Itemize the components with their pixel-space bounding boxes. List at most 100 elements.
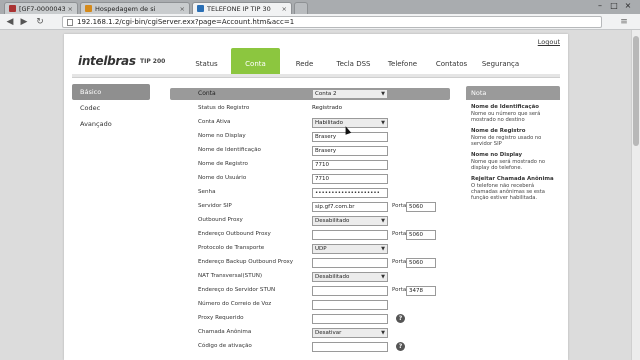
- tab-label: [GF7-0000043807] R: [19, 4, 65, 13]
- note-item-text: Nome que será mostrado no display do tel…: [471, 158, 546, 171]
- backup-proxy-address-input[interactable]: [312, 258, 388, 268]
- tab-label: Hospedagem de si: [95, 4, 156, 13]
- row-nat: NAT Transversal(STUN) Desabilitado ▼: [170, 270, 450, 284]
- back-icon[interactable]: ◀: [4, 16, 16, 28]
- register-name-input[interactable]: 7710: [312, 160, 388, 170]
- field-label: Nome do Usuário: [198, 175, 247, 181]
- select-value: Desabilitado: [315, 218, 350, 224]
- maximize-icon[interactable]: □: [608, 1, 620, 11]
- config-card: Logout intelbras TIP 200 Status Conta Re…: [64, 34, 568, 360]
- tab-close-icon[interactable]: ×: [180, 5, 185, 13]
- field-label: Código de ativação: [198, 343, 252, 349]
- tab-rede[interactable]: Rede: [280, 48, 329, 74]
- field-label: Endereço Backup Outbound Proxy: [198, 259, 294, 265]
- row-protocolo: Protocolo de Transporte UDP ▼: [170, 242, 450, 256]
- row-proxy-requerido: Proxy Requerido ?: [170, 312, 450, 326]
- row-nome-display: Nome no Display Brasery: [170, 130, 450, 144]
- nat-stun-select[interactable]: Desabilitado ▼: [312, 272, 388, 282]
- forward-icon[interactable]: ▶: [18, 16, 30, 28]
- page-scrollbar[interactable]: [631, 30, 640, 360]
- outbound-port-input[interactable]: 5060: [406, 230, 436, 240]
- help-icon[interactable]: ?: [396, 314, 405, 323]
- field-label: Endereço Outbound Proxy: [198, 231, 271, 237]
- account-select[interactable]: Conta 2 ▼: [312, 89, 388, 99]
- note-item: Nome de Registro Nome de registro usado …: [471, 128, 555, 147]
- select-value: UDP: [315, 246, 327, 252]
- tab-close-icon[interactable]: ×: [68, 5, 73, 13]
- reload-icon[interactable]: ↻: [34, 16, 46, 28]
- tab-conta[interactable]: Conta: [231, 48, 280, 74]
- page: Logout intelbras TIP 200 Status Conta Re…: [0, 30, 640, 360]
- stun-port-input[interactable]: 3478: [406, 286, 436, 296]
- anonymous-call-select[interactable]: Desativar ▼: [312, 328, 388, 338]
- browser-toolbar: ◀ ▶ ↻ 192.168.1.2/cgi-bin/cgiServer.exx?…: [0, 14, 640, 30]
- browser-tab-1[interactable]: [GF7-0000043807] R ×: [4, 2, 78, 14]
- tab-tecla-dss[interactable]: Tecla DSS: [329, 48, 378, 74]
- sidebar-item-avancado[interactable]: Avançado: [72, 116, 150, 132]
- scrollbar-thumb[interactable]: [633, 36, 639, 146]
- row-senha: Senha ••••••••••••••••••••: [170, 186, 450, 200]
- note-item: Nome no Display Nome que será mostrado n…: [471, 152, 555, 171]
- chevron-down-icon: ▼: [381, 274, 385, 280]
- row-servidor-sip: Servidor SIP sip.gf7.com.br Porta 5060: [170, 200, 450, 214]
- select-value: Desativar: [315, 330, 342, 336]
- activation-code-input[interactable]: [312, 342, 388, 352]
- port-label: Porta: [392, 287, 407, 293]
- sip-server-input[interactable]: sip.gf7.com.br: [312, 202, 388, 212]
- port-label: Porta: [392, 259, 407, 265]
- note-item: Rejeitar Chamada Anônima O telefone não …: [471, 176, 555, 201]
- tab-telefone[interactable]: Telefone: [378, 48, 427, 74]
- stun-server-input[interactable]: [312, 286, 388, 296]
- sidebar-item-codec[interactable]: Codec: [72, 100, 150, 116]
- port-label: Porta: [392, 231, 407, 237]
- tab-favicon-icon: [85, 5, 92, 12]
- note-title: Nota: [466, 86, 560, 100]
- row-codigo-ativacao: Código de ativação ?: [170, 340, 450, 354]
- help-icon[interactable]: ?: [396, 342, 405, 351]
- sip-port-input[interactable]: 5060: [406, 202, 436, 212]
- account-label: Conta: [198, 90, 216, 97]
- tab-seguranca[interactable]: Segurança: [476, 48, 525, 74]
- browser-tab-2[interactable]: Hospedagem de si ×: [80, 2, 190, 14]
- outbound-proxy-address-input[interactable]: [312, 230, 388, 240]
- select-value: Desabilitado: [315, 274, 350, 280]
- wrench-icon[interactable]: ≡: [618, 17, 630, 27]
- password-input[interactable]: ••••••••••••••••••••: [312, 188, 388, 198]
- browser-tab-3[interactable]: TELEFONE IP TIP 30 ×: [192, 2, 292, 14]
- registration-status-value: Registrado: [312, 105, 342, 111]
- backup-port-input[interactable]: 5060: [406, 258, 436, 268]
- account-active-select[interactable]: Habilitado ▼: [312, 118, 388, 128]
- browser-tabstrip: [GF7-0000043807] R × Hospedagem de si × …: [0, 0, 640, 14]
- row-chamada-anonima: Chamada Anônima Desativar ▼: [170, 326, 450, 340]
- field-label: Chamada Anônima: [198, 329, 252, 335]
- tab-favicon-icon: [197, 5, 204, 12]
- account-select-bar: Conta Conta 2 ▼: [170, 88, 450, 100]
- display-name-input[interactable]: Brasery: [312, 132, 388, 142]
- logout-link[interactable]: Logout: [538, 38, 560, 46]
- tab-status[interactable]: Status: [182, 48, 231, 74]
- row-endereco-stun: Endereço do Servidor STUN Porta 3478: [170, 284, 450, 298]
- row-nome-registro: Nome de Registro 7710: [170, 158, 450, 172]
- new-tab-button[interactable]: [294, 2, 308, 14]
- tab-close-icon[interactable]: ×: [282, 5, 287, 13]
- username-input[interactable]: 7710: [312, 174, 388, 184]
- outbound-proxy-select[interactable]: Desabilitado ▼: [312, 216, 388, 226]
- row-endereco-outbound: Endereço Outbound Proxy Porta 5060: [170, 228, 450, 242]
- transport-protocol-select[interactable]: UDP ▼: [312, 244, 388, 254]
- tab-label: TELEFONE IP TIP 30: [207, 4, 271, 13]
- close-window-icon[interactable]: ×: [622, 1, 634, 11]
- sidebar-item-basico[interactable]: Básico: [72, 84, 150, 100]
- field-label: Protocolo de Transporte: [198, 245, 265, 251]
- address-url: 192.168.1.2/cgi-bin/cgiServer.exx?page=A…: [77, 18, 295, 26]
- field-label: Nome no Display: [198, 133, 246, 139]
- voicemail-number-input[interactable]: [312, 300, 388, 310]
- minimize-icon[interactable]: –: [594, 1, 606, 11]
- field-label: Senha: [198, 189, 216, 195]
- tab-favicon-icon: [9, 5, 16, 12]
- address-bar[interactable]: 192.168.1.2/cgi-bin/cgiServer.exx?page=A…: [62, 16, 602, 28]
- tab-contatos[interactable]: Contatos: [427, 48, 476, 74]
- proxy-required-input[interactable]: [312, 314, 388, 324]
- field-label: Nome de Identificação: [198, 147, 261, 153]
- identification-name-input[interactable]: Brasery: [312, 146, 388, 156]
- note-item-title: Rejeitar Chamada Anônima: [471, 176, 554, 183]
